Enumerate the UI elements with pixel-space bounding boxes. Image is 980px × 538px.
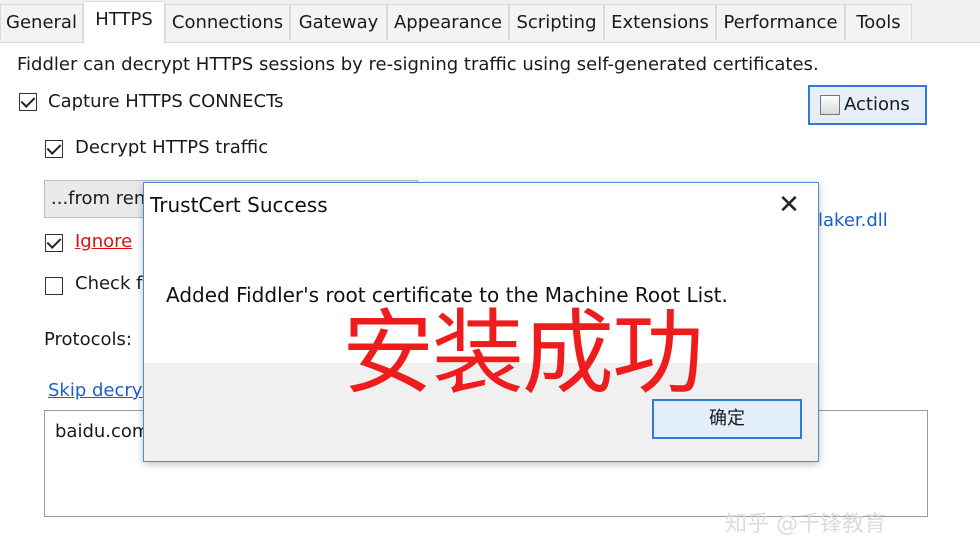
check-revocation-label: Check f [75,273,143,294]
decrypt-traffic-checkbox[interactable] [45,140,63,158]
ignore-errors-link[interactable]: Ignore [75,231,132,252]
actions-button[interactable]: Actions [808,85,927,125]
tab-appearance[interactable]: Appearance [387,4,509,40]
https-intro-text: Fiddler can decrypt HTTPS sessions by re… [17,54,819,75]
tab-bar: General HTTPS Connections Gateway Appear… [0,0,980,43]
tab-gateway[interactable]: Gateway [290,4,387,40]
watermark: 知乎 @千锋教育 [725,512,886,537]
check-revocation-checkbox[interactable] [45,277,63,295]
overlay-annotation: 安装成功 [342,300,704,407]
dialog-title: TrustCert Success [150,193,328,217]
ignore-errors-checkbox[interactable] [45,234,63,252]
cert-maker-text[interactable]: laker.dll [818,210,888,231]
tab-tools[interactable]: Tools [845,4,912,40]
tab-general[interactable]: General [0,4,83,40]
certificate-icon [820,95,840,115]
actions-label: Actions [844,94,910,115]
capture-connects-checkbox[interactable] [19,93,37,111]
tab-https[interactable]: HTTPS [83,1,165,43]
decrypt-traffic-label: Decrypt HTTPS traffic [75,137,269,158]
skip-decryption-link[interactable]: Skip decry [48,380,142,401]
tab-scripting[interactable]: Scripting [509,4,604,40]
capture-connects-label: Capture HTTPS CONNECTs [48,91,284,112]
tab-performance[interactable]: Performance [716,4,845,40]
skip-hosts-value: baidu.com [55,421,150,442]
close-icon[interactable]: ✕ [772,188,806,222]
tab-extensions[interactable]: Extensions [604,4,716,40]
tab-connections[interactable]: Connections [165,4,290,40]
protocols-label: Protocols: [44,329,132,350]
